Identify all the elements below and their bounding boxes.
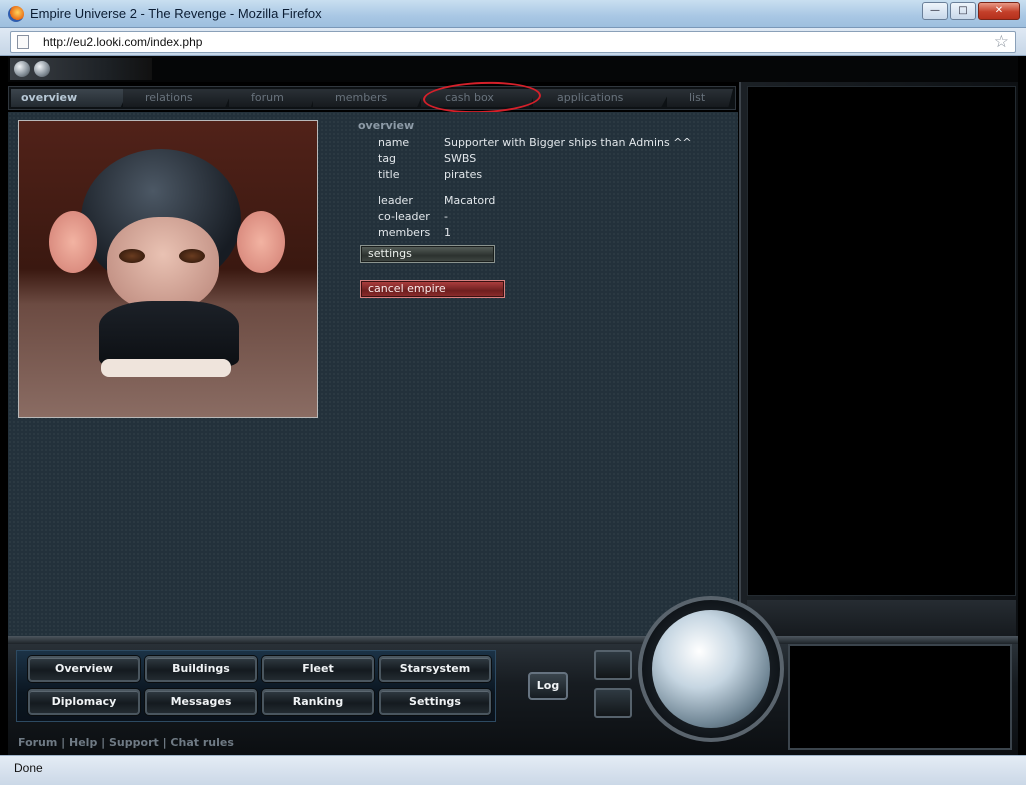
status-bar: Done [0,755,1026,785]
label-co-leader: co-leader [378,210,430,223]
portrait-ear-left [49,211,97,273]
tab-bar: overview relations forum members cash bo… [8,86,736,110]
moon-orb-icon[interactable] [34,61,50,77]
console-rim [8,636,1018,644]
label-title: title [378,168,400,181]
value-title: pirates [444,168,483,181]
tab-list[interactable]: list [667,89,733,107]
minimize-button[interactable]: — [922,2,948,20]
tab-overview[interactable]: overview [11,89,129,107]
panel-square-top[interactable] [594,650,632,680]
right-panel-screen [747,86,1016,596]
status-text: Done [14,761,43,775]
overview-button[interactable]: Overview [28,656,140,682]
top-strip [8,56,1018,82]
portrait-eye-left [119,249,145,263]
window-controls: — □ ✕ [922,2,1020,20]
url-bar[interactable]: http://eu2.looki.com/index.php ☆ [10,31,1016,53]
maximize-button[interactable]: □ [950,2,976,20]
mini-screen [788,644,1012,750]
settings-button[interactable]: settings [360,245,495,263]
globe-icon[interactable] [652,610,770,728]
planet-orb-icon[interactable] [14,61,30,77]
portrait-body [99,301,239,367]
overview-content: overview name Supporter with Bigger ship… [8,112,738,642]
right-panel-base [747,600,1016,640]
window-titlebar: Empire Universe 2 - The Revenge - Mozill… [0,0,1026,28]
settings-menu-button[interactable]: Settings [379,689,491,715]
tab-cash-box[interactable]: cash box [421,89,537,107]
portrait-face [107,217,219,311]
ranking-button[interactable]: Ranking [262,689,374,715]
cancel-empire-button[interactable]: cancel empire [360,280,505,298]
starsystem-button[interactable]: Starsystem [379,656,491,682]
label-name: name [378,136,410,149]
portrait-ear-right [237,211,285,273]
label-leader: leader [378,194,413,207]
log-button[interactable]: Log [528,672,568,700]
page-icon [17,35,29,49]
fleet-button[interactable]: Fleet [262,656,374,682]
diplomacy-button[interactable]: Diplomacy [28,689,140,715]
close-button[interactable]: ✕ [978,2,1020,20]
value-members: 1 [444,226,451,239]
tab-forum[interactable]: forum [229,89,317,107]
tab-members[interactable]: members [313,89,425,107]
bottom-console: Overview Buildings Fleet Starsystem Dipl… [8,596,1018,755]
empire-portrait [18,120,318,418]
value-co-leader: - [444,210,448,223]
footer-links[interactable]: Forum | Help | Support | Chat rules [18,736,234,749]
url-text[interactable]: http://eu2.looki.com/index.php [43,35,202,49]
portrait-eye-right [179,249,205,263]
tab-relations[interactable]: relations [123,89,233,107]
value-leader: Macatord [444,194,496,207]
messages-button[interactable]: Messages [145,689,257,715]
value-name: Supporter with Bigger ships than Admins … [444,136,692,149]
window-title: Empire Universe 2 - The Revenge - Mozill… [30,6,322,21]
label-members: members [378,226,431,239]
overview-heading: overview [358,119,415,132]
orb-box [10,58,152,80]
portrait-feet [101,359,231,377]
label-tag: tag [378,152,397,165]
tab-applications[interactable]: applications [533,89,671,107]
browser-navbar: http://eu2.looki.com/index.php ☆ [0,28,1026,56]
panel-square-bottom[interactable] [594,688,632,718]
buildings-button[interactable]: Buildings [145,656,257,682]
game-area: overview relations forum members cash bo… [8,56,1018,755]
firefox-icon [8,6,24,22]
globe-ring [638,596,784,742]
right-panel [739,82,1018,642]
star-icon[interactable]: ☆ [994,32,1009,52]
value-tag: SWBS [444,152,477,165]
